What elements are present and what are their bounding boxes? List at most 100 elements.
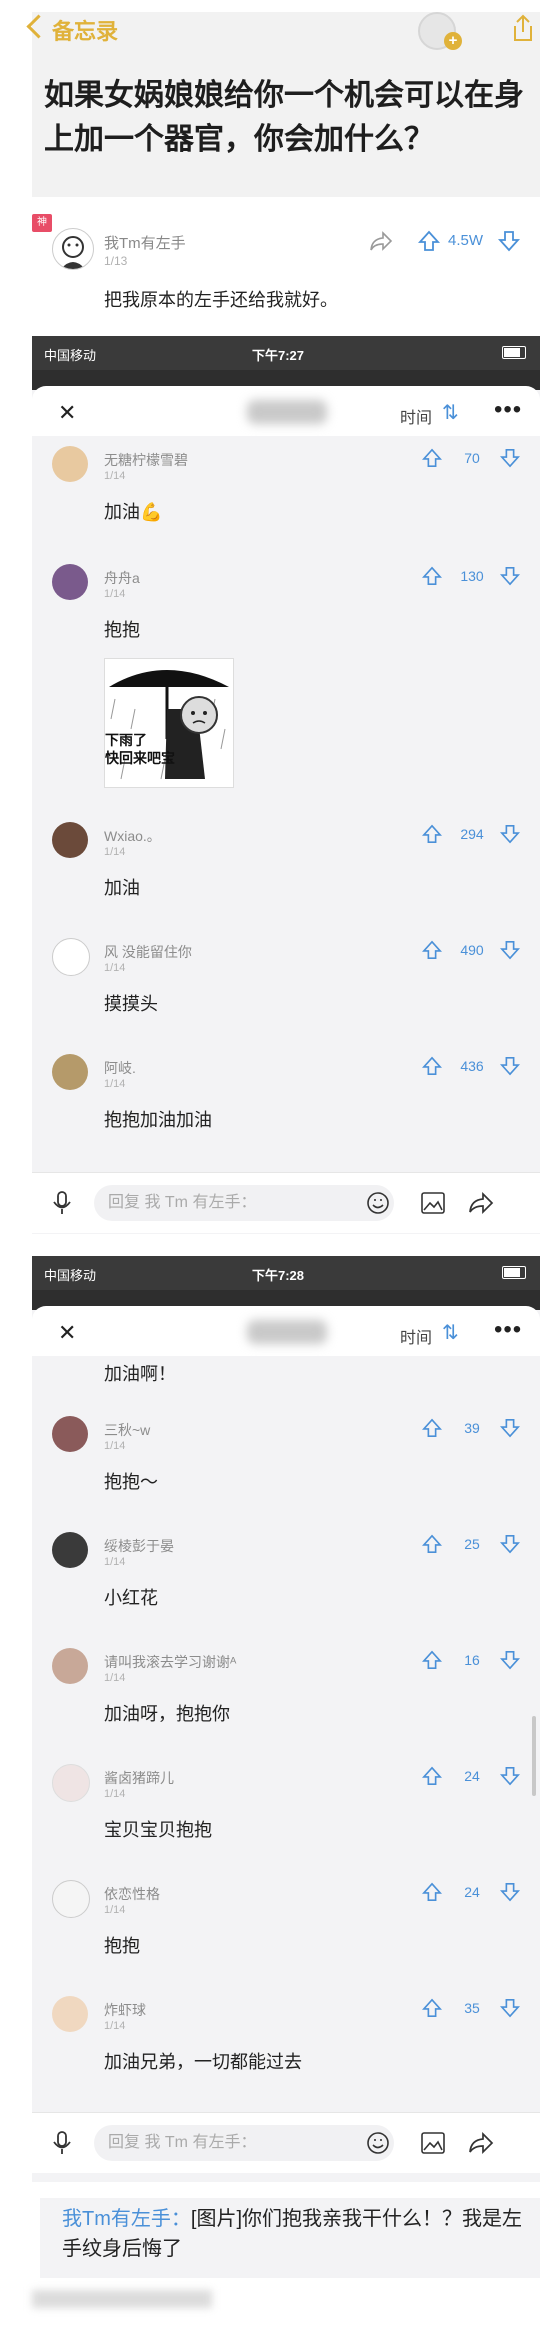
downvote-icon[interactable] — [500, 1056, 520, 1076]
commenter-name[interactable]: 依恋性格 — [104, 1884, 160, 1904]
upvote-icon[interactable] — [422, 1418, 442, 1438]
sort-by-time-label[interactable]: 时间 — [400, 1324, 432, 1348]
carrier-label: 中国移动 — [44, 348, 97, 363]
commenter-name[interactable]: 风 没能留住你 — [104, 942, 192, 962]
comment-date: 1/13 — [104, 254, 128, 268]
downvote-icon[interactable] — [500, 1650, 520, 1670]
image-icon[interactable] — [420, 1191, 446, 1215]
avatar[interactable] — [52, 1054, 88, 1090]
avatar[interactable] — [52, 1996, 88, 2032]
upvote-icon[interactable] — [422, 1882, 442, 1902]
avatar[interactable] — [52, 1532, 88, 1568]
comment-date: 1/14 — [104, 1078, 126, 1090]
meme-image[interactable]: 下雨了 快回来吧宝 — [104, 658, 234, 788]
avatar[interactable] — [52, 228, 94, 270]
vote-count: 24 — [464, 1768, 480, 1784]
avatar[interactable] — [52, 1880, 90, 1918]
downvote-icon[interactable] — [500, 1882, 520, 1902]
reply-input[interactable]: 回复 我 Tm 有左手： — [94, 2125, 394, 2161]
god-comment-badge: 神 — [32, 214, 52, 232]
commenter-name[interactable]: 请叫我滚去学习谢谢ᴬ — [104, 1652, 236, 1672]
comment-text: 抱抱 — [104, 1936, 140, 1956]
share-icon[interactable] — [468, 1191, 494, 1215]
upvote-icon[interactable] — [422, 566, 442, 586]
commenter-name[interactable]: 炸虾球 — [104, 2000, 146, 2020]
downvote-icon[interactable] — [500, 1534, 520, 1554]
avatar[interactable] — [52, 938, 90, 976]
upvote-icon[interactable] — [418, 230, 440, 252]
vote-count: 4.5W — [448, 232, 484, 249]
share-icon[interactable] — [468, 2131, 494, 2155]
reply-bar: 回复 我 Tm 有左手： — [32, 1172, 540, 1233]
avatar[interactable] — [52, 1648, 88, 1684]
comment-date: 1/14 — [104, 1556, 126, 1568]
list-item: 风 没能留住你 1/14 490 摸摸头 — [32, 938, 540, 1018]
microphone-icon[interactable] — [52, 2131, 72, 2155]
battery-icon — [502, 346, 526, 359]
sort-icon[interactable]: ⇅ — [442, 400, 459, 425]
status-time: 下午7:28 — [252, 1268, 305, 1283]
downvote-icon[interactable] — [500, 824, 520, 844]
downvote-icon[interactable] — [500, 940, 520, 960]
avatar[interactable] — [52, 1416, 88, 1452]
upvote-icon[interactable] — [422, 1766, 442, 1786]
commenter-name[interactable]: 三秋~w — [104, 1420, 150, 1440]
comment-text: 抱抱～ — [104, 1472, 158, 1492]
list-item: 无糖柠檬雪碧 1/14 70 加油💪 — [32, 446, 540, 526]
commenter-name[interactable]: 舟舟a — [104, 568, 140, 588]
upvote-icon[interactable] — [422, 1998, 442, 2018]
downvote-icon[interactable] — [500, 448, 520, 468]
close-icon[interactable]: ✕ — [58, 1320, 76, 1346]
upvote-icon[interactable] — [422, 1650, 442, 1670]
more-icon[interactable]: ••• — [494, 396, 522, 424]
avatar[interactable] — [52, 1764, 90, 1802]
comment-text: 把我原本的左手还给我就好。 — [104, 290, 338, 310]
commenter-name[interactable]: Wxiao.。 — [104, 826, 161, 846]
comment-text: 小红花 — [104, 1588, 158, 1608]
comment-date: 1/14 — [104, 962, 126, 974]
emoji-icon[interactable] — [366, 1191, 390, 1215]
commenter-name[interactable]: 绥棱彭于晏 — [104, 1536, 174, 1556]
comment-date: 1/14 — [104, 1788, 126, 1800]
avatar[interactable] — [52, 564, 88, 600]
emoji-icon[interactable] — [366, 2131, 390, 2155]
downvote-icon[interactable] — [500, 1418, 520, 1438]
avatar[interactable] — [52, 822, 88, 858]
more-icon[interactable]: ••• — [494, 1316, 522, 1344]
battery-icon — [502, 1266, 526, 1279]
commenter-name[interactable]: 酱卤猪蹄儿 — [104, 1768, 174, 1788]
back-button[interactable]: 备忘录 — [52, 14, 118, 46]
upvote-icon[interactable] — [422, 1056, 442, 1076]
blurred-title — [247, 400, 327, 424]
reply-author[interactable]: 我Tm有左手： — [62, 2208, 191, 2230]
upvote-icon[interactable] — [422, 448, 442, 468]
downvote-icon[interactable] — [500, 1998, 520, 2018]
microphone-icon[interactable] — [52, 1191, 72, 1215]
author-name[interactable]: 我Tm有左手 — [104, 232, 186, 253]
list-item: 三秋~w 1/14 39 抱抱～ — [32, 1416, 540, 1496]
list-item: 炸虾球 1/14 35 加油兄弟，一切都能过去 — [32, 1996, 540, 2076]
avatar[interactable] — [52, 446, 88, 482]
commenter-name[interactable]: 阿岐. — [104, 1058, 136, 1078]
close-icon[interactable]: ✕ — [58, 400, 76, 426]
reply-input[interactable]: 回复 我 Tm 有左手： — [94, 1185, 394, 1221]
vote-count: 16 — [464, 1652, 480, 1668]
image-icon[interactable] — [420, 2131, 446, 2155]
comment-text: 加油啊！ — [104, 1364, 176, 1384]
downvote-icon[interactable] — [498, 230, 520, 252]
scrollbar[interactable] — [532, 1716, 536, 1796]
sort-icon[interactable]: ⇅ — [442, 1320, 459, 1345]
upvote-icon[interactable] — [422, 824, 442, 844]
downvote-icon[interactable] — [500, 1766, 520, 1786]
downvote-icon[interactable] — [500, 566, 520, 586]
upvote-icon[interactable] — [422, 1534, 442, 1554]
comment-text: 抱抱加油加油 — [104, 1110, 212, 1130]
share-icon[interactable] — [368, 230, 394, 252]
comment-text: 宝贝宝贝抱抱 — [104, 1820, 212, 1840]
share-icon[interactable] — [512, 14, 534, 42]
sort-by-time-label[interactable]: 时间 — [400, 404, 432, 428]
plus-icon[interactable]: + — [444, 32, 462, 50]
upvote-icon[interactable] — [422, 940, 442, 960]
list-item: Wxiao.。 1/14 294 加油 — [32, 822, 540, 902]
commenter-name[interactable]: 无糖柠檬雪碧 — [104, 450, 188, 470]
